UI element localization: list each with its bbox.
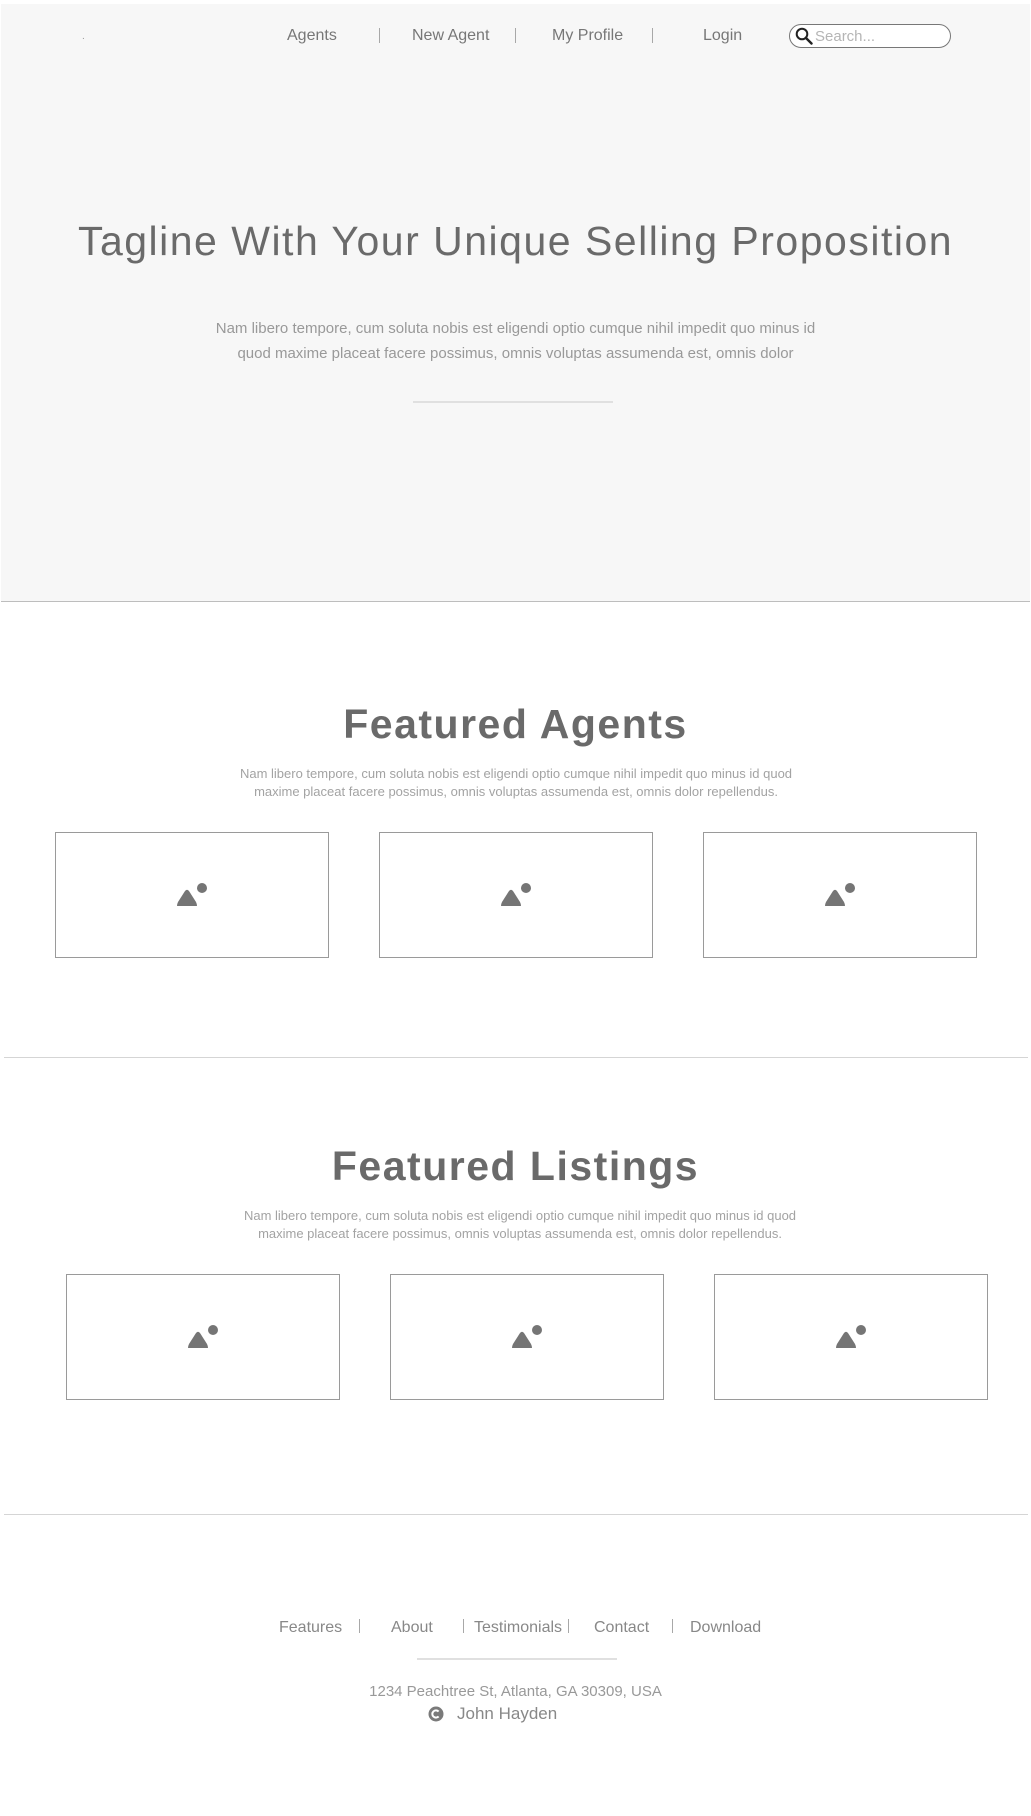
search-box bbox=[789, 24, 951, 48]
featured-agents-subtitle-line: maxime placeat facere possimus, omnis vo… bbox=[254, 784, 778, 799]
listing-card[interactable] bbox=[714, 1274, 988, 1400]
featured-agents-title: Featured Agents bbox=[343, 701, 688, 747]
footer-separator bbox=[463, 1619, 464, 1633]
nav-link-new-agent[interactable]: New Agent bbox=[412, 27, 489, 45]
footer-link-about[interactable]: About bbox=[391, 1619, 433, 1637]
footer-link-testimonials[interactable]: Testimonials bbox=[474, 1619, 562, 1637]
search-input[interactable] bbox=[815, 27, 943, 45]
nav-separator bbox=[379, 28, 380, 43]
footer-link-download[interactable]: Download bbox=[690, 1619, 761, 1637]
image-placeholder-icon bbox=[177, 883, 207, 906]
featured-listings-subtitle-line: Nam libero tempore, cum soluta nobis est… bbox=[243, 1208, 797, 1223]
footer-separator bbox=[672, 1619, 673, 1633]
hero-tagline: Tagline With Your Unique Selling Proposi… bbox=[77, 218, 954, 264]
featured-agents-subtitle: Nam libero tempore, cum soluta nobis est… bbox=[226, 765, 806, 801]
image-placeholder-icon bbox=[836, 1325, 866, 1348]
featured-listings-subtitle-line: maxime placeat facere possimus, omnis vo… bbox=[258, 1226, 782, 1241]
hero-divider bbox=[413, 401, 613, 403]
section-divider bbox=[4, 1514, 1028, 1515]
copyright-icon bbox=[428, 1706, 444, 1722]
image-placeholder-icon bbox=[188, 1325, 218, 1348]
featured-listings-subtitle: Nam libero tempore, cum soluta nobis est… bbox=[230, 1207, 810, 1243]
hero-subtitle-line: Nam libero tempore, cum soluta nobis est… bbox=[215, 320, 816, 337]
nav-link-login[interactable]: Login bbox=[703, 27, 742, 45]
featured-listings-title: Featured Listings bbox=[331, 1143, 700, 1189]
image-placeholder-icon bbox=[512, 1325, 542, 1348]
image-placeholder-icon bbox=[501, 883, 531, 906]
hero-subtitle-line: quod maxime placeat facere possimus, omn… bbox=[237, 345, 794, 362]
footer-copyright: John Hayden bbox=[428, 1704, 557, 1724]
nav-separator bbox=[515, 28, 516, 43]
listing-card[interactable] bbox=[390, 1274, 664, 1400]
hero-section: . Agents New Agent My Profile Login Tagl… bbox=[1, 4, 1030, 602]
featured-agents-subtitle-line: Nam libero tempore, cum soluta nobis est… bbox=[239, 766, 793, 781]
footer-link-contact[interactable]: Contact bbox=[594, 1619, 649, 1637]
page: . Agents New Agent My Profile Login Tagl… bbox=[0, 0, 1031, 1816]
brand-mark: . bbox=[82, 31, 85, 42]
section-divider bbox=[4, 1057, 1028, 1058]
image-placeholder-icon bbox=[825, 883, 855, 906]
listing-card[interactable] bbox=[66, 1274, 340, 1400]
search-icon[interactable] bbox=[795, 27, 813, 45]
hero-subtitle: Nam libero tempore, cum soluta nobis est… bbox=[181, 316, 850, 366]
footer-divider bbox=[417, 1658, 617, 1660]
agent-card[interactable] bbox=[379, 832, 653, 958]
footer-address: 1234 Peachtree St, Atlanta, GA 30309, US… bbox=[369, 1683, 662, 1700]
footer-separator bbox=[359, 1619, 360, 1633]
nav-link-agents[interactable]: Agents bbox=[287, 27, 337, 45]
copyright-name: John Hayden bbox=[457, 1704, 558, 1723]
footer-link-features[interactable]: Features bbox=[279, 1619, 342, 1637]
nav-separator bbox=[652, 28, 653, 43]
nav-link-my-profile[interactable]: My Profile bbox=[552, 27, 623, 45]
footer-separator bbox=[568, 1619, 569, 1633]
agent-card[interactable] bbox=[55, 832, 329, 958]
agent-card[interactable] bbox=[703, 832, 977, 958]
